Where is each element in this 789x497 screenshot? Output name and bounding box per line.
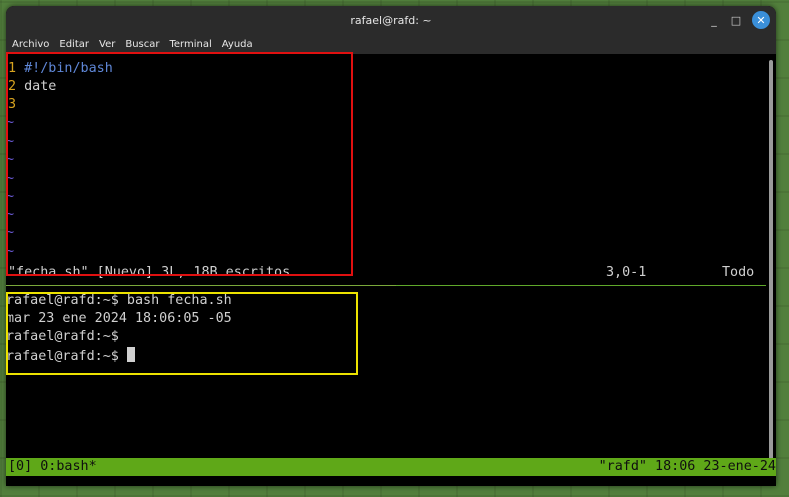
shell-line: mar 23 ene 2024 18:06:05 -05	[6, 311, 232, 327]
vim-status-message: "fecha.sh" [Nuevo] 3L, 18B escritos	[8, 265, 291, 280]
tmux-window-list[interactable]: [0] 0:bash*	[8, 458, 97, 476]
shell-pane[interactable]: rafael@rafd:~$ bash fecha.sh mar 23 ene …	[6, 292, 766, 382]
pane-divider-active[interactable]	[396, 285, 766, 286]
maximize-icon[interactable]: □	[726, 10, 746, 30]
window-title: rafael@rafd: ~	[350, 13, 432, 27]
tmux-host-clock: "rafd" 18:06 23-ene-24	[598, 459, 776, 474]
menu-terminal[interactable]: Terminal	[169, 39, 211, 50]
line-text: date	[24, 79, 57, 95]
vim-line: 2 date	[8, 78, 56, 96]
line-number: 1	[8, 61, 17, 76]
line-number: 2	[8, 79, 17, 95]
line-number: 3	[8, 97, 17, 113]
empty-line-tilde: ~	[6, 134, 15, 149]
empty-line-tilde: ~	[6, 152, 15, 167]
close-icon[interactable]: ✕	[752, 11, 770, 29]
text-cursor	[126, 346, 135, 362]
line-text: #!/bin/bash	[24, 61, 113, 76]
scrollbar-thumb[interactable]	[769, 60, 773, 460]
shell-prompt-line[interactable]: rafael@rafd:~$	[6, 346, 135, 366]
empty-line-tilde: ~	[6, 225, 15, 240]
vim-pane[interactable]: 1 #!/bin/bash 2 date 3 ~ ~ ~ ~ ~ ~ ~ ~ "…	[6, 60, 766, 282]
vim-line: 3	[8, 96, 24, 114]
menu-bar: Archivo Editar Ver Buscar Terminal Ayuda	[6, 34, 776, 54]
vim-cursor-position: 3,0-1	[606, 265, 647, 280]
empty-line-tilde: ~	[6, 115, 15, 130]
menu-ayuda[interactable]: Ayuda	[222, 39, 253, 50]
vim-scroll-indicator: Todo	[722, 265, 755, 280]
terminal-window: rafael@rafd: ~ _ □ ✕ Archivo Editar Ver …	[6, 6, 776, 486]
menu-editar[interactable]: Editar	[59, 39, 89, 50]
vim-line: 1 #!/bin/bash	[8, 60, 113, 78]
minimize-icon[interactable]: _	[704, 10, 724, 30]
empty-line-tilde: ~	[6, 171, 15, 186]
menu-archivo[interactable]: Archivo	[12, 39, 49, 50]
empty-line-tilde: ~	[6, 244, 15, 259]
shell-prompt: rafael@rafd:~$	[6, 348, 127, 364]
shell-line: rafael@rafd:~$	[6, 329, 119, 345]
window-bottom-edge	[6, 476, 776, 486]
menu-buscar[interactable]: Buscar	[125, 39, 159, 50]
scrollbar[interactable]	[766, 54, 776, 460]
pane-divider[interactable]	[6, 285, 396, 286]
menu-ver[interactable]: Ver	[99, 39, 115, 50]
shell-line: rafael@rafd:~$ bash fecha.sh	[6, 293, 232, 308]
empty-line-tilde: ~	[6, 189, 15, 204]
terminal-area[interactable]: 1 #!/bin/bash 2 date 3 ~ ~ ~ ~ ~ ~ ~ ~ "…	[6, 54, 766, 486]
empty-line-tilde: ~	[6, 207, 15, 222]
title-bar[interactable]: rafael@rafd: ~ _ □ ✕	[6, 6, 776, 34]
tmux-status-bar: [0] 0:bash* "rafd" 18:06 23-ene-24	[6, 458, 776, 476]
